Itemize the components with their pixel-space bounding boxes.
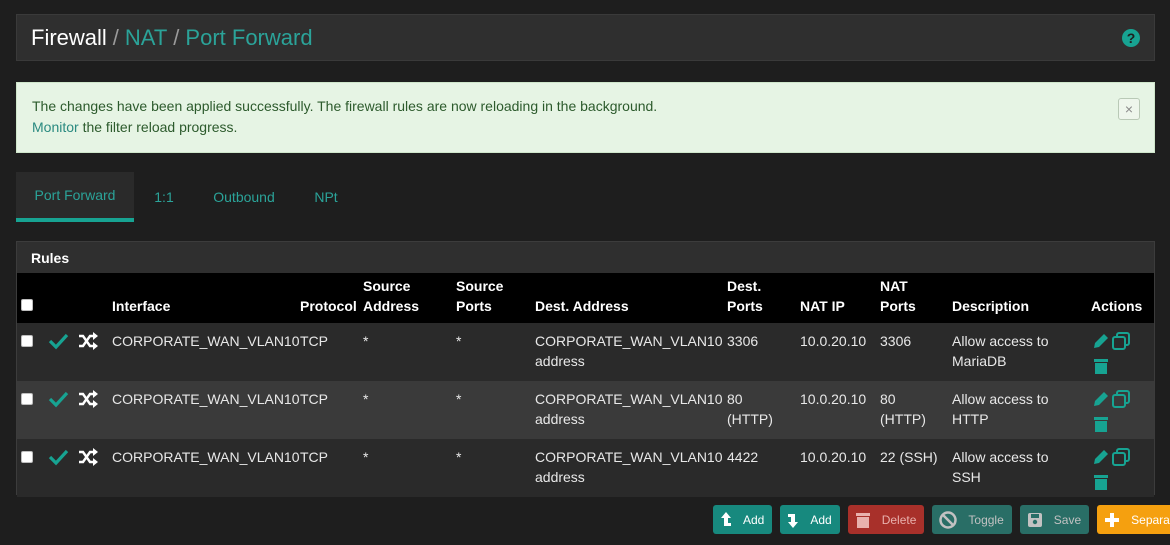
nat-tabs: Port Forward 1:1 Outbound NPt (16, 172, 358, 222)
cell-interface: CORPORATE_WAN_VLAN10 (108, 323, 300, 381)
cell-source-ports: * (452, 381, 531, 439)
breadcrumb-nat[interactable]: NAT (125, 25, 167, 51)
arrow-up-icon (721, 511, 731, 526)
cell-source-address: * (359, 381, 452, 439)
ban-icon (939, 510, 958, 529)
rules-table: Interface Protocol Source Address Source P… (17, 273, 1154, 497)
table-header: Interface Protocol Source Address Source P… (17, 273, 1154, 323)
success-alert: The changes have been applied successful… (16, 82, 1155, 153)
row-checkbox[interactable] (21, 451, 33, 463)
cell-nat-ip: 10.0.20.10 (796, 323, 876, 381)
header-dest-ports: Dest. Ports (723, 273, 796, 323)
check-icon[interactable] (47, 331, 69, 351)
cell-interface: CORPORATE_WAN_VLAN10 (108, 439, 300, 497)
plus-icon (1105, 512, 1120, 527)
table-row[interactable]: CORPORATE_WAN_VLAN10 TCP * * CORPORATE_W… (17, 439, 1154, 497)
cell-dest-ports: 3306 (723, 323, 796, 381)
copy-icon[interactable] (1111, 389, 1131, 409)
tab-npt[interactable]: NPt (294, 172, 358, 222)
breadcrumb-bar: Firewall / NAT / Port Forward ? (16, 14, 1155, 61)
edit-pencil-icon[interactable] (1091, 447, 1111, 467)
save-button[interactable]: Save (1019, 505, 1090, 534)
header-nat-ports: NAT Ports (876, 273, 948, 323)
cell-interface: CORPORATE_WAN_VLAN10 (108, 381, 300, 439)
cell-nat-ip: 10.0.20.10 (796, 381, 876, 439)
shuffle-icon (79, 332, 98, 350)
header-actions: Actions (1087, 273, 1154, 323)
trash-icon[interactable] (1091, 414, 1111, 434)
header-nat-ip: NAT IP (796, 273, 876, 323)
cell-protocol: TCP (296, 381, 359, 439)
cell-dest-address: CORPORATE_WAN_VLAN10 address (531, 381, 723, 439)
cell-source-address: * (359, 323, 452, 381)
help-icon[interactable]: ? (1122, 29, 1140, 47)
separator-button[interactable]: Separator (1097, 505, 1170, 534)
breadcrumb-firewall: Firewall (31, 24, 107, 50)
copy-icon[interactable] (1111, 331, 1131, 351)
header-source-address: Source Address (359, 273, 452, 323)
cell-protocol: TCP (296, 323, 359, 381)
cell-protocol: TCP (296, 439, 359, 497)
header-protocol: Protocol (296, 273, 359, 323)
header-interface: Interface (108, 273, 296, 323)
cell-source-ports: * (452, 323, 531, 381)
edit-pencil-icon[interactable] (1091, 331, 1111, 351)
add-bottom-button[interactable]: Add (780, 505, 840, 534)
breadcrumb-separator: / (173, 24, 180, 50)
breadcrumb-port-forward[interactable]: Port Forward (185, 25, 312, 51)
check-icon[interactable] (47, 447, 69, 467)
add-top-button[interactable]: Add (713, 505, 773, 534)
select-all-checkbox[interactable] (21, 299, 33, 311)
cell-nat-ports: 22 (SSH) (876, 439, 948, 497)
alert-message-line2: Monitor the filter reload progress. (32, 117, 1154, 138)
select-all-header (17, 273, 43, 323)
row-checkbox[interactable] (21, 393, 33, 405)
cell-description: Allow access to SSH (948, 439, 1087, 497)
cell-description: Allow access to HTTP (948, 381, 1087, 439)
copy-icon[interactable] (1111, 447, 1131, 467)
cell-source-address: * (359, 439, 452, 497)
trash-icon[interactable] (1091, 472, 1111, 492)
check-icon[interactable] (47, 389, 69, 409)
rules-panel: Rules Interface Protocol Source Address S… (16, 241, 1155, 497)
cell-dest-ports: 4422 (723, 439, 796, 497)
cell-dest-address: CORPORATE_WAN_VLAN10 address (531, 439, 723, 497)
cell-dest-ports: 80 (HTTP) (723, 381, 796, 439)
cell-actions (1087, 323, 1154, 381)
table-row[interactable]: CORPORATE_WAN_VLAN10 TCP * * CORPORATE_W… (17, 381, 1154, 439)
edit-pencil-icon[interactable] (1091, 389, 1111, 409)
tab-port-forward[interactable]: Port Forward (16, 172, 134, 222)
breadcrumb-separator: / (112, 24, 119, 50)
shuffle-icon (79, 390, 98, 408)
toggle-button[interactable]: Toggle (932, 505, 1012, 534)
row-checkbox[interactable] (21, 335, 33, 347)
trash-icon[interactable] (1091, 356, 1111, 376)
cell-description: Allow access to MariaDB (948, 323, 1087, 381)
cell-source-ports: * (452, 439, 531, 497)
header-dest-address: Dest. Address (531, 273, 723, 323)
table-row[interactable]: CORPORATE_WAN_VLAN10 TCP * * CORPORATE_W… (17, 323, 1154, 381)
header-source-ports: Source Ports (452, 273, 531, 323)
alert-message-rest: the filter reload progress. (78, 119, 238, 135)
tab-outbound[interactable]: Outbound (194, 172, 294, 222)
tab-one-to-one[interactable]: 1:1 (134, 172, 194, 222)
shuffle-icon (79, 448, 98, 466)
alert-message-line1: The changes have been applied successful… (32, 98, 658, 114)
arrow-down-icon (788, 513, 799, 528)
cell-actions (1087, 381, 1154, 439)
delete-button[interactable]: Delete (847, 505, 925, 534)
action-buttons: Add Add Delete Toggle Save Separator (713, 505, 1170, 534)
header-description: Description (948, 273, 1087, 323)
trash-icon (855, 512, 870, 528)
cell-actions (1087, 439, 1154, 497)
panel-title: Rules (17, 242, 1154, 273)
cell-nat-ip: 10.0.20.10 (796, 439, 876, 497)
cell-dest-address: CORPORATE_WAN_VLAN10 address (531, 323, 723, 381)
monitor-link[interactable]: Monitor (32, 119, 79, 135)
cell-nat-ports: 80 (HTTP) (876, 381, 948, 439)
save-icon (1027, 512, 1042, 527)
close-icon[interactable]: × (1118, 98, 1140, 120)
cell-nat-ports: 3306 (876, 323, 948, 381)
